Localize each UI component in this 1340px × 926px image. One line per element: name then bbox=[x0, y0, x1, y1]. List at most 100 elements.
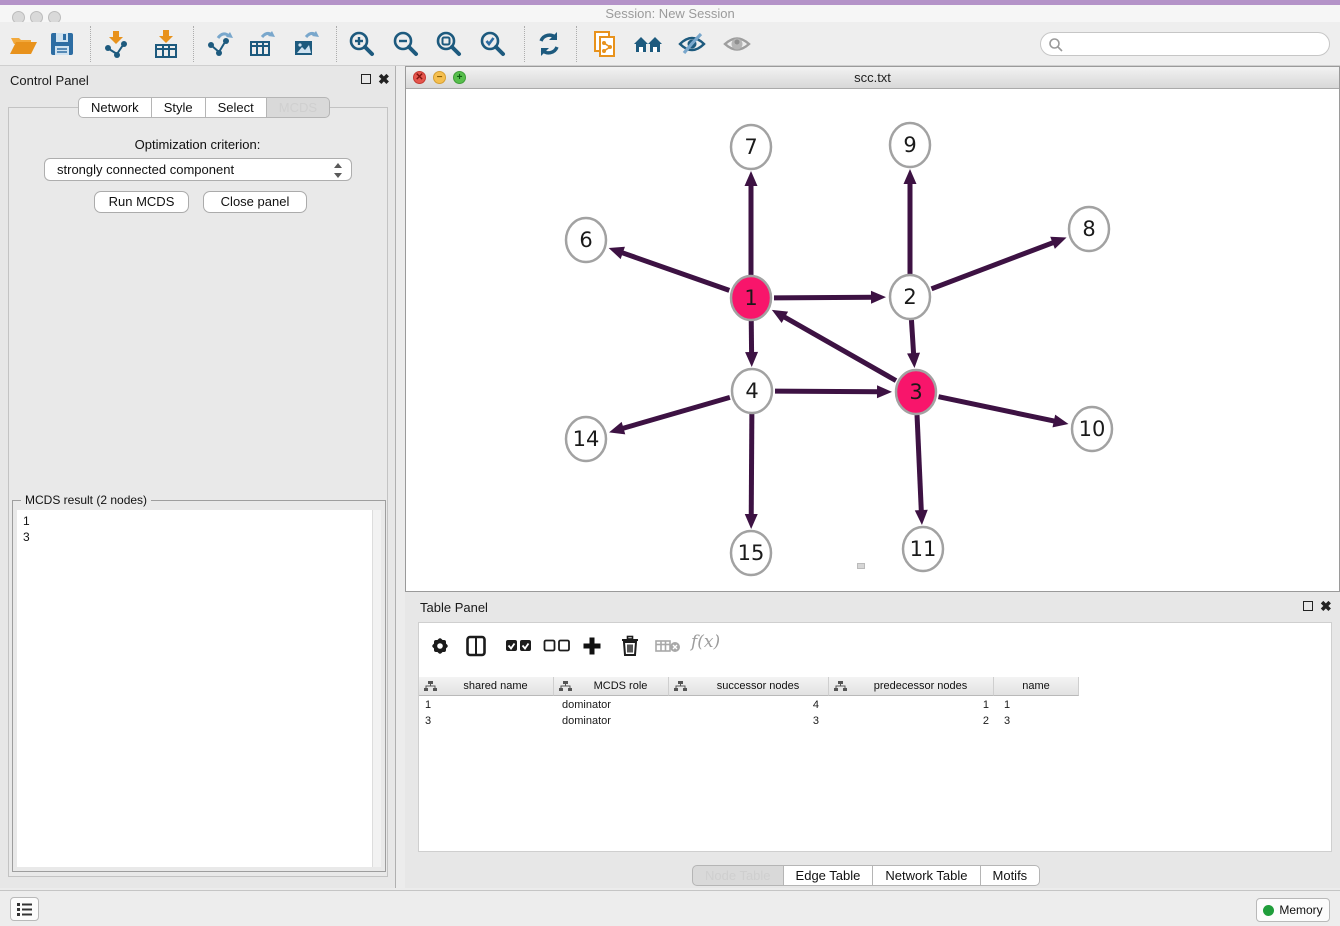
edge-1-2[interactable] bbox=[774, 297, 874, 298]
cell-mcds-role[interactable]: dominator bbox=[562, 697, 667, 713]
arrowhead-icon bbox=[1050, 237, 1066, 249]
open-session-icon[interactable] bbox=[8, 29, 38, 59]
network-graph[interactable]: 7 9 6 8 1 2 4 3 14 10 15 11 bbox=[406, 89, 1339, 591]
network-minimize-icon[interactable]: − bbox=[433, 71, 446, 84]
search-icon bbox=[1048, 37, 1064, 53]
close-panel-button[interactable]: Close panel bbox=[203, 191, 307, 213]
save-session-icon[interactable] bbox=[47, 29, 77, 59]
zoom-out-icon[interactable] bbox=[391, 29, 421, 59]
tab-select[interactable]: Select bbox=[206, 97, 267, 118]
delete-column-icon[interactable] bbox=[619, 635, 641, 660]
tab-network[interactable]: Network bbox=[78, 97, 152, 118]
zoom-fit-icon[interactable] bbox=[434, 29, 464, 59]
tab-edge-table[interactable]: Edge Table bbox=[784, 865, 874, 886]
edge-4-14[interactable] bbox=[621, 397, 730, 429]
svg-text:4: 4 bbox=[745, 379, 758, 403]
node-table-container: f(x) shared name MCDS role successor nod… bbox=[418, 622, 1332, 852]
tab-motifs[interactable]: Motifs bbox=[981, 865, 1041, 886]
cell-predecessor-nodes[interactable]: 2 bbox=[829, 713, 989, 729]
column-header-shared-name[interactable]: shared name bbox=[419, 677, 554, 696]
edge-4-3[interactable] bbox=[775, 391, 880, 392]
tab-node-table[interactable]: Node Table bbox=[692, 865, 784, 886]
column-type-icon bbox=[674, 680, 688, 692]
network-titlebar[interactable]: ✕ − + scc.txt bbox=[406, 67, 1339, 89]
criterion-dropdown[interactable]: strongly connected component bbox=[44, 158, 352, 181]
edge-3-11[interactable] bbox=[917, 415, 921, 513]
node-6[interactable]: 6 bbox=[566, 218, 606, 262]
column-header-predecessor-nodes[interactable]: predecessor nodes bbox=[829, 677, 994, 696]
float-table-panel-icon[interactable] bbox=[1303, 601, 1313, 611]
cell-predecessor-nodes[interactable]: 1 bbox=[829, 697, 989, 713]
edge-2-8[interactable] bbox=[932, 242, 1056, 289]
birds-eye-view-icon[interactable] bbox=[722, 29, 752, 59]
houses-icon[interactable] bbox=[633, 29, 663, 59]
cell-mcds-role[interactable]: dominator bbox=[562, 713, 667, 729]
node-7[interactable]: 7 bbox=[731, 125, 771, 169]
window-title: Session: New Session bbox=[0, 5, 1340, 22]
node-2[interactable]: 2 bbox=[890, 275, 930, 319]
toolbar-separator bbox=[90, 26, 91, 62]
node-1[interactable]: 1 bbox=[731, 276, 771, 320]
column-header-mcds-role[interactable]: MCDS role bbox=[554, 677, 669, 696]
clone-network-icon[interactable] bbox=[590, 29, 620, 59]
mcds-result-list[interactable]: 1 3 bbox=[17, 510, 381, 867]
splitter-grip[interactable] bbox=[857, 563, 865, 569]
node-11[interactable]: 11 bbox=[903, 527, 943, 571]
memory-label: Memory bbox=[1279, 903, 1322, 917]
close-table-panel-icon[interactable]: ✖ bbox=[1320, 600, 1332, 612]
edge-3-10[interactable] bbox=[939, 397, 1057, 422]
show-columns-icon[interactable] bbox=[465, 635, 487, 660]
export-network-icon[interactable] bbox=[204, 29, 234, 59]
select-all-icon[interactable] bbox=[505, 639, 533, 655]
node-9[interactable]: 9 bbox=[890, 123, 930, 167]
run-mcds-button[interactable]: Run MCDS bbox=[94, 191, 189, 213]
zoom-selected-icon[interactable] bbox=[478, 29, 508, 59]
cell-successor-nodes[interactable]: 4 bbox=[669, 697, 819, 713]
float-panel-icon[interactable] bbox=[361, 74, 371, 84]
node-14[interactable]: 14 bbox=[566, 417, 606, 461]
deselect-all-icon[interactable] bbox=[543, 639, 571, 655]
close-panel-icon[interactable]: ✖ bbox=[378, 73, 390, 85]
import-network-icon[interactable] bbox=[101, 29, 131, 59]
tab-style[interactable]: Style bbox=[152, 97, 206, 118]
node-15[interactable]: 15 bbox=[731, 531, 771, 575]
node-4[interactable]: 4 bbox=[732, 369, 772, 413]
cell-shared-name[interactable]: 1 bbox=[425, 697, 550, 713]
edge-1-6[interactable] bbox=[620, 252, 729, 290]
column-header-name[interactable]: name bbox=[994, 677, 1079, 696]
export-table-icon[interactable] bbox=[247, 29, 277, 59]
main-titlebar[interactable]: Session: New Session bbox=[0, 5, 1340, 22]
apply-preferred-layout-icon[interactable] bbox=[534, 29, 564, 59]
tab-network-table[interactable]: Network Table bbox=[873, 865, 980, 886]
edge-4-15[interactable] bbox=[751, 414, 752, 517]
cell-name[interactable]: 1 bbox=[1004, 697, 1074, 713]
cell-successor-nodes[interactable]: 3 bbox=[669, 713, 819, 729]
node-8[interactable]: 8 bbox=[1069, 207, 1109, 251]
network-canvas[interactable]: 7 9 6 8 1 2 4 3 14 10 15 11 bbox=[406, 89, 1339, 591]
edge-2-3[interactable] bbox=[911, 320, 913, 356]
column-header-successor-nodes[interactable]: successor nodes bbox=[669, 677, 829, 696]
add-column-icon[interactable] bbox=[581, 635, 603, 660]
search-input[interactable] bbox=[1067, 34, 1322, 54]
zoom-in-icon[interactable] bbox=[347, 29, 377, 59]
export-image-icon[interactable] bbox=[291, 29, 321, 59]
hide-graphics-details-icon[interactable] bbox=[677, 29, 707, 59]
result-scrollbar[interactable] bbox=[372, 510, 381, 867]
settings-gear-icon[interactable] bbox=[429, 635, 451, 660]
svg-text:6: 6 bbox=[579, 228, 592, 252]
cell-name[interactable]: 3 bbox=[1004, 713, 1074, 729]
memory-button[interactable]: Memory bbox=[1256, 898, 1330, 922]
result-line: 1 bbox=[23, 513, 381, 529]
network-maximize-icon[interactable]: + bbox=[453, 71, 466, 84]
import-table-icon[interactable] bbox=[151, 29, 181, 59]
node-3[interactable]: 3 bbox=[896, 370, 936, 414]
network-close-icon[interactable]: ✕ bbox=[413, 71, 426, 84]
edge-3-1[interactable] bbox=[782, 316, 896, 381]
tab-mcds[interactable]: MCDS bbox=[267, 97, 330, 118]
cell-shared-name[interactable]: 3 bbox=[425, 713, 550, 729]
node-10[interactable]: 10 bbox=[1072, 407, 1112, 451]
task-history-button[interactable] bbox=[10, 897, 39, 921]
arrowhead-icon bbox=[609, 247, 625, 259]
search-field[interactable] bbox=[1040, 32, 1330, 56]
column-type-icon bbox=[424, 680, 438, 692]
